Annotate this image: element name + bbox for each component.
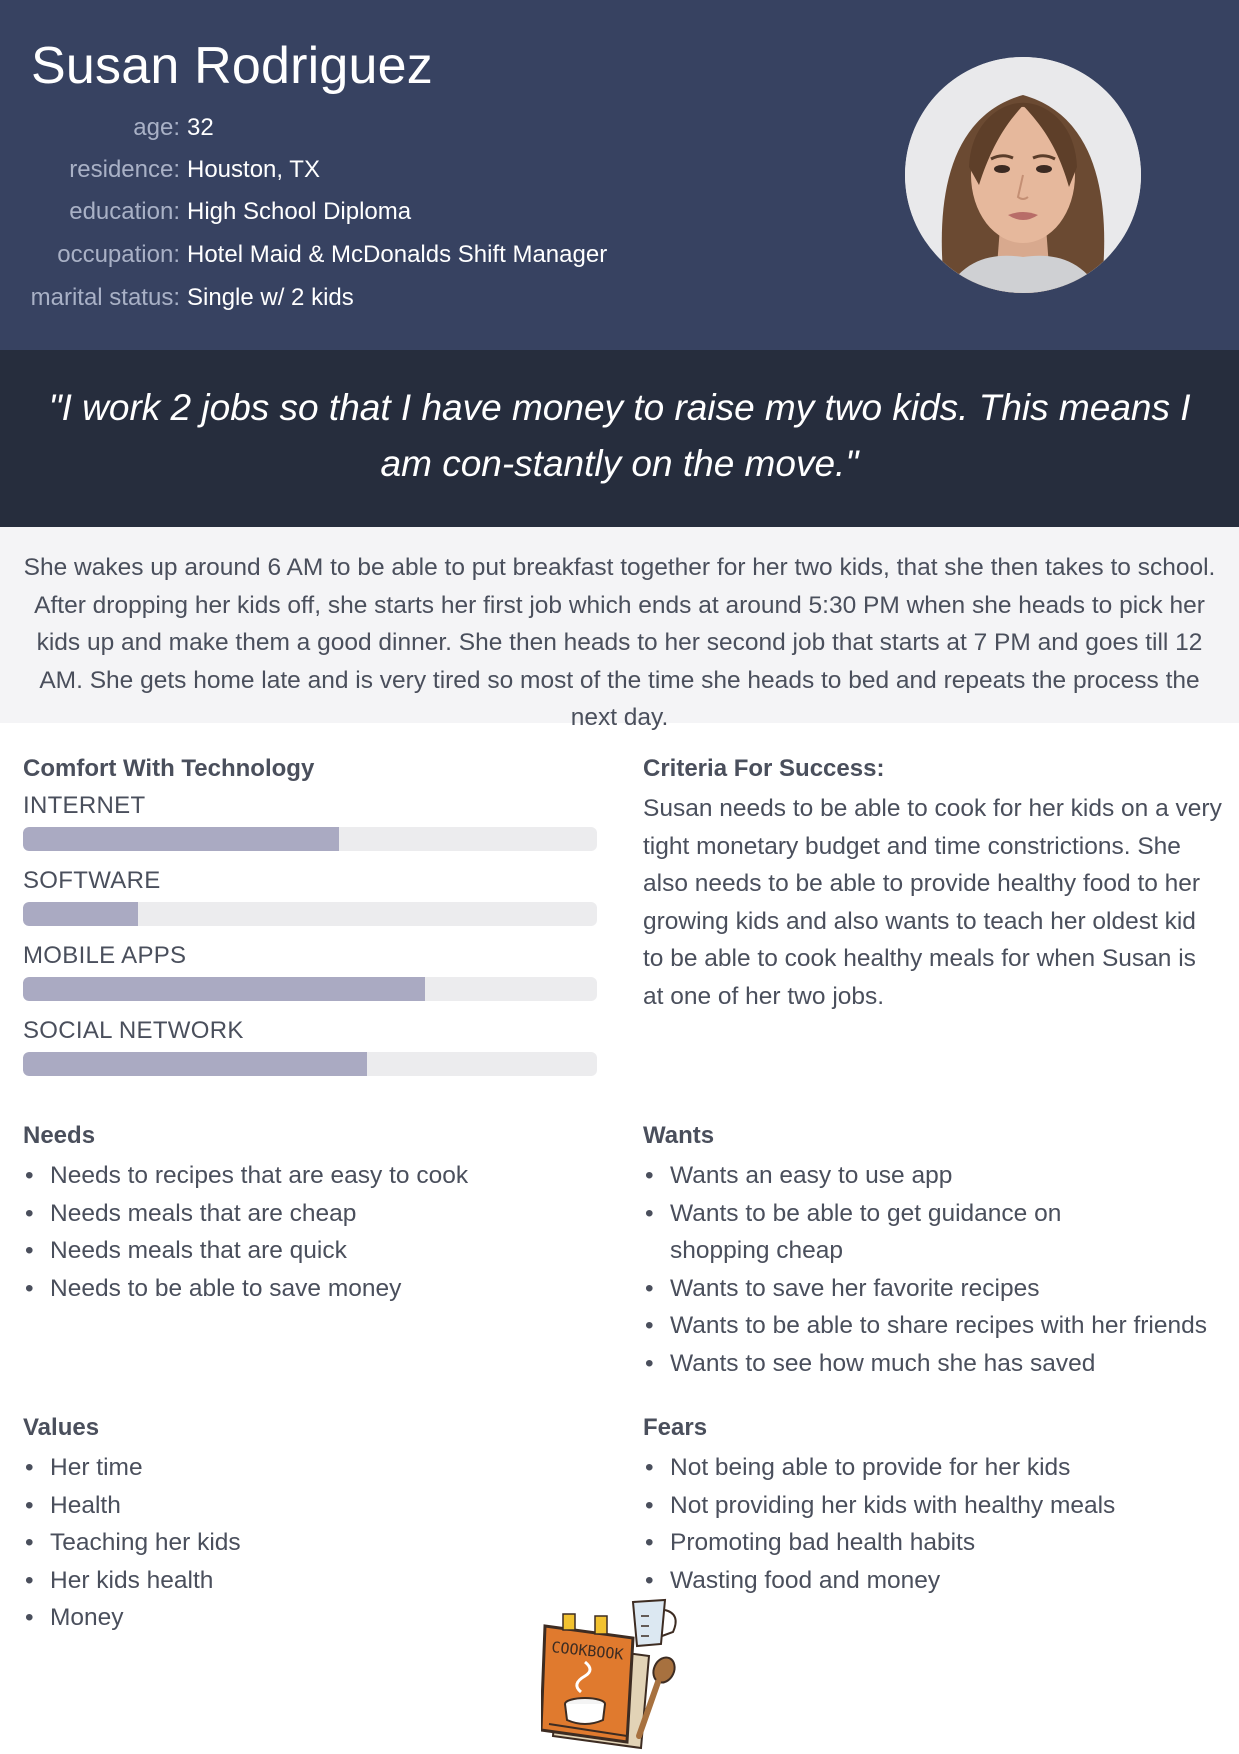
list-item: Promoting bad health habits	[643, 1524, 1223, 1562]
fact-value: Hotel Maid & McDonalds Shift Manager	[187, 241, 608, 268]
avatar	[905, 57, 1141, 293]
list-item: Wants an easy to use app	[643, 1157, 1223, 1195]
software-bar	[23, 902, 597, 926]
list-item: Needs meals that are cheap	[23, 1195, 603, 1233]
summary-band: She wakes up around 6 AM to be able to p…	[0, 527, 1239, 731]
technology-title: Comfort With Technology	[23, 755, 315, 782]
values-list: Her time Health Teaching her kids Her ki…	[23, 1449, 603, 1637]
persona-name: Susan Rodriguez	[31, 37, 433, 95]
list-item: Needs to be able to save money	[23, 1270, 603, 1308]
software-bar-fill	[23, 902, 138, 926]
criteria-title: Criteria For Success:	[643, 755, 885, 782]
list-item: Not being able to provide for her kids	[643, 1449, 1223, 1487]
social-network-bar-fill	[23, 1052, 368, 1076]
wants-list: Wants an easy to use app Wants to be abl…	[643, 1157, 1223, 1383]
fact-label: residence:	[69, 156, 180, 183]
list-item: Wants to see how much she has saved	[643, 1345, 1223, 1383]
tech-label-social-network: SOCIAL NETWORK	[23, 1017, 244, 1044]
fact-age: age: 32	[0, 107, 700, 149]
cookbook-logo: COOKBOOK	[539, 1596, 698, 1754]
internet-bar	[23, 827, 597, 851]
list-item: Wasting food and money	[643, 1562, 1223, 1600]
portrait-illustration	[905, 57, 1141, 293]
fact-label: occupation:	[57, 241, 180, 268]
internet-bar-fill	[23, 827, 339, 851]
needs-list: Needs to recipes that are easy to cook N…	[23, 1157, 603, 1307]
list-item: Needs meals that are quick	[23, 1232, 603, 1270]
tech-label-mobile-apps: MOBILE APPS	[23, 942, 187, 969]
list-item: Not providing her kids with healthy meal…	[643, 1487, 1223, 1525]
profile-header: Susan Rodriguez age: 32 residence: Houst…	[0, 0, 1239, 350]
list-item: Wants to be able to get guidance on shop…	[643, 1195, 1223, 1270]
fact-education: education: High School Diploma	[0, 191, 700, 233]
list-item: Money	[23, 1599, 603, 1637]
list-item: Wants to be able to share recipes with h…	[643, 1307, 1223, 1345]
criteria-text: Susan needs to be able to cook for her k…	[643, 795, 1222, 1010]
fact-label: marital status:	[30, 284, 180, 311]
needs-title: Needs	[23, 1122, 96, 1149]
fact-residence: residence: Houston, TX	[0, 149, 700, 191]
values-title: Values	[23, 1414, 100, 1441]
wants-title: Wants	[643, 1122, 715, 1149]
tech-label-software: SOFTWARE	[23, 867, 161, 894]
fact-value: Houston, TX	[187, 156, 320, 183]
list-item: Teaching her kids	[23, 1524, 603, 1562]
fears-title: Fears	[643, 1414, 708, 1441]
mobile-apps-bar-fill	[23, 977, 425, 1001]
fact-label: age:	[133, 114, 180, 141]
fact-label: education:	[69, 198, 180, 225]
fact-marital-status: marital status: Single w/ 2 kids	[0, 277, 700, 319]
fact-value: High School Diploma	[187, 198, 412, 225]
persona-quote: "I work 2 jobs so that I have money to r…	[48, 387, 1191, 484]
mobile-apps-bar	[23, 977, 597, 1001]
list-item: Wants to save her favorite recipes	[643, 1270, 1223, 1308]
list-item: Health	[23, 1487, 603, 1525]
persona-summary: She wakes up around 6 AM to be able to p…	[23, 554, 1216, 731]
fact-value: Single w/ 2 kids	[187, 284, 354, 311]
fact-value: 32	[187, 114, 214, 141]
list-item: Her time	[23, 1449, 603, 1487]
social-network-bar	[23, 1052, 597, 1076]
list-item: Her kids health	[23, 1562, 603, 1600]
list-item: Needs to recipes that are easy to cook	[23, 1157, 603, 1195]
tech-label-internet: INTERNET	[23, 792, 146, 819]
quote-band: "I work 2 jobs so that I have money to r…	[0, 350, 1239, 527]
fact-occupation: occupation: Hotel Maid & McDonalds Shift…	[0, 234, 700, 276]
fears-list: Not being able to provide for her kids N…	[643, 1449, 1223, 1599]
